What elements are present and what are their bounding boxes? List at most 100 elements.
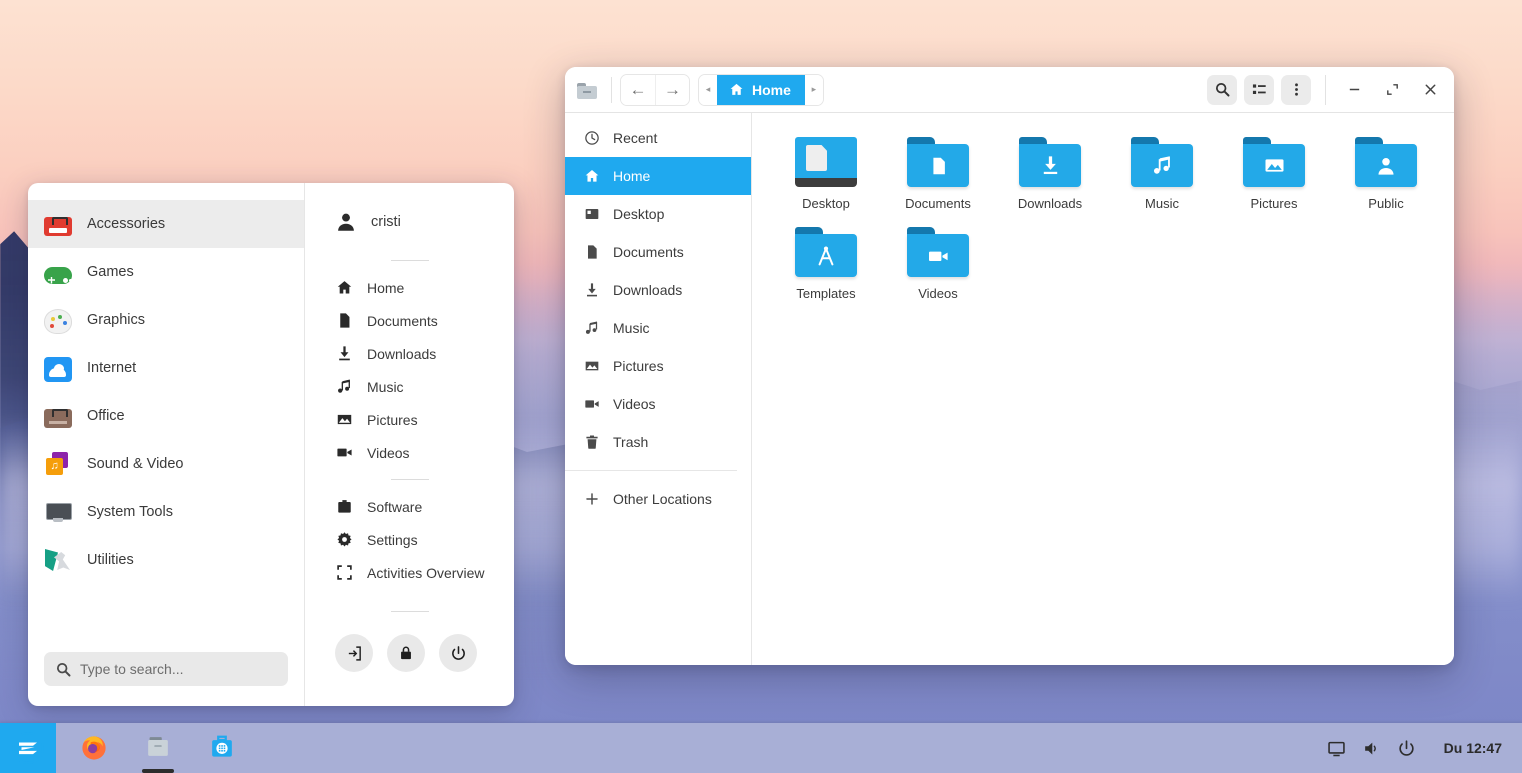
document-icon: [583, 244, 600, 261]
file-grid: Desktop Documents Downloads Music Pictur…: [770, 131, 1454, 311]
back-button[interactable]: ←: [621, 74, 655, 105]
file-item-public[interactable]: Public: [1330, 131, 1442, 221]
taskbar-item-firefox[interactable]: [62, 723, 126, 773]
file-item-downloads[interactable]: Downloads: [994, 131, 1106, 221]
menu-item-software[interactable]: Software: [305, 490, 514, 523]
category-item-games[interactable]: Games: [28, 248, 304, 296]
menu-separator: [390, 611, 429, 612]
sidebar-item-downloads[interactable]: Downloads: [565, 271, 751, 309]
close-button[interactable]: [1414, 74, 1446, 106]
file-manager-icon: [143, 732, 173, 762]
download-icon: [335, 345, 353, 363]
lock-button[interactable]: [387, 634, 425, 672]
sidebar-item-label: Desktop: [613, 206, 665, 222]
sidebar-item-label: Videos: [613, 396, 656, 412]
taskbar-item-software[interactable]: [190, 723, 254, 773]
public-folder-icon: [1355, 137, 1417, 187]
sidebar-item-music[interactable]: Music: [565, 309, 751, 347]
menu-place-home[interactable]: Home: [305, 271, 514, 304]
file-item-pictures[interactable]: Pictures: [1218, 131, 1330, 221]
folder-app-icon: [577, 81, 599, 99]
tools-icon: [44, 546, 72, 574]
category-item-utilities[interactable]: Utilities: [28, 536, 304, 584]
menu-place-music[interactable]: Music: [305, 370, 514, 403]
sidebar-item-desktop[interactable]: Desktop: [565, 195, 751, 233]
image-icon: [1243, 144, 1305, 187]
plus-icon: [583, 491, 600, 508]
person-icon: [1355, 144, 1417, 187]
main-menu-button[interactable]: [1281, 74, 1311, 105]
menu-item-label: Software: [367, 498, 423, 515]
category-item-accessories[interactable]: Accessories: [28, 200, 304, 248]
display-icon[interactable]: [1327, 739, 1346, 758]
menu-place-downloads[interactable]: Downloads: [305, 337, 514, 370]
category-item-internet[interactable]: Internet: [28, 344, 304, 392]
sidebar-item-other-locations[interactable]: Other Locations: [565, 480, 751, 518]
category-label: Internet: [87, 360, 137, 376]
application-menu: Accessories Games Graphics Internet Offi…: [28, 183, 514, 706]
category-item-system-tools[interactable]: System Tools: [28, 488, 304, 536]
category-label: System Tools: [87, 504, 173, 520]
user-account-item[interactable]: cristi: [305, 194, 514, 250]
user-avatar-icon: [335, 211, 357, 233]
menu-place-pictures[interactable]: Pictures: [305, 403, 514, 436]
sidebar-item-pictures[interactable]: Pictures: [565, 347, 751, 385]
menu-separator: [390, 260, 429, 261]
documents-folder-icon: [907, 137, 969, 187]
menu-place-documents[interactable]: Documents: [305, 304, 514, 337]
videos-folder-icon: [907, 227, 969, 277]
file-item-music[interactable]: Music: [1106, 131, 1218, 221]
sidebar-item-label: Home: [613, 168, 651, 184]
sidebar-item-label: Pictures: [613, 358, 664, 374]
desktop: Accessories Games Graphics Internet Offi…: [0, 0, 1522, 773]
image-icon: [335, 411, 353, 429]
log-out-button[interactable]: [335, 634, 373, 672]
music-video-icon: [44, 450, 72, 478]
category-item-office[interactable]: Office: [28, 392, 304, 440]
search-button[interactable]: [1207, 74, 1237, 105]
minimize-button[interactable]: [1338, 74, 1370, 106]
breadcrumb-home[interactable]: Home: [717, 74, 805, 105]
file-item-videos[interactable]: Videos: [882, 221, 994, 311]
briefcase-icon: [44, 409, 72, 428]
path-scroll-right-button[interactable]: ▸: [804, 74, 823, 105]
category-label: Games: [87, 264, 134, 280]
sidebar-item-label: Music: [613, 320, 650, 336]
sidebar-item-videos[interactable]: Videos: [565, 385, 751, 423]
file-manager-window: ← → ◂ Home ▸ Recent Home Desktop Documen…: [565, 67, 1454, 665]
file-item-label: Desktop: [802, 196, 850, 211]
sidebar-item-label: Recent: [613, 130, 658, 146]
file-item-desktop[interactable]: Desktop: [770, 131, 882, 221]
trash-icon: [583, 434, 600, 451]
file-item-label: Videos: [918, 286, 958, 301]
zorin-menu-button[interactable]: [0, 723, 56, 773]
category-label: Accessories: [87, 216, 166, 232]
search-input[interactable]: Type to search...: [44, 652, 288, 686]
path-breadcrumb: ◂ Home ▸: [698, 73, 824, 106]
file-item-documents[interactable]: Documents: [882, 131, 994, 221]
view-options-button[interactable]: [1244, 74, 1274, 105]
sidebar-item-trash[interactable]: Trash: [565, 423, 751, 461]
power-button[interactable]: [439, 634, 477, 672]
taskbar-item-files[interactable]: [126, 723, 190, 773]
sidebar-item-documents[interactable]: Documents: [565, 233, 751, 271]
speaker-icon[interactable]: [1362, 739, 1381, 758]
forward-button[interactable]: →: [655, 74, 689, 105]
category-item-graphics[interactable]: Graphics: [28, 296, 304, 344]
file-item-templates[interactable]: Templates: [770, 221, 882, 311]
sidebar-item-recent[interactable]: Recent: [565, 119, 751, 157]
pictures-folder-icon: [1243, 137, 1305, 187]
menu-item-activities-overview[interactable]: Activities Overview: [305, 556, 514, 589]
search-placeholder: Type to search...: [80, 661, 184, 677]
menu-place-videos[interactable]: Videos: [305, 436, 514, 469]
sidebar-item-home[interactable]: Home: [565, 157, 751, 195]
sidebar-item-label: Trash: [613, 434, 649, 450]
sidebar-separator: [565, 470, 737, 471]
maximize-button[interactable]: [1376, 74, 1408, 106]
file-grid-view: Desktop Documents Downloads Music Pictur…: [752, 113, 1454, 665]
power-icon[interactable]: [1397, 739, 1416, 758]
menu-item-settings[interactable]: Settings: [305, 523, 514, 556]
taskbar-clock[interactable]: Du 12:47: [1430, 740, 1522, 756]
path-scroll-left-button[interactable]: ◂: [699, 74, 717, 105]
category-item-sound-video[interactable]: Sound & Video: [28, 440, 304, 488]
